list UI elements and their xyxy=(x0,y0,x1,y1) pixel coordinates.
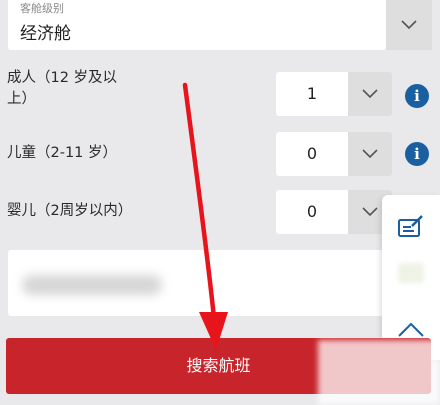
infant-count-select[interactable]: 0 xyxy=(276,190,348,234)
edit-note-button[interactable] xyxy=(382,207,440,247)
blank-icon xyxy=(398,263,424,283)
child-count-select[interactable]: 0 xyxy=(276,132,348,176)
cabin-class-value: 经济舱 xyxy=(20,24,71,44)
chevron-down-icon xyxy=(362,149,378,159)
blank-toolbar-button[interactable] xyxy=(382,253,440,293)
child-info-icon[interactable]: i xyxy=(405,142,429,166)
edit-note-icon xyxy=(398,215,423,237)
chevron-down-icon xyxy=(362,89,378,99)
child-label: 儿童（2-11 岁） xyxy=(7,145,118,161)
chevron-up-icon xyxy=(398,322,424,337)
cabin-class-select[interactable]: 客舱级别 经济舱 xyxy=(8,0,386,50)
adult-label-line2: 上） xyxy=(7,91,36,107)
blurred-field-content xyxy=(22,275,162,295)
watermark-overlay xyxy=(318,340,440,405)
child-count-dropdown-button[interactable] xyxy=(348,132,392,176)
chevron-down-icon xyxy=(401,20,417,30)
cabin-class-dropdown-button[interactable] xyxy=(386,0,432,50)
adult-info-icon[interactable]: i xyxy=(405,84,429,108)
floating-toolbar xyxy=(382,195,440,360)
promo-code-field[interactable] xyxy=(8,250,383,316)
adult-count-dropdown-button[interactable] xyxy=(348,72,392,116)
adult-count-select[interactable]: 1 xyxy=(276,72,348,116)
chevron-down-icon xyxy=(362,207,378,217)
infant-label: 婴儿（2周岁以内） xyxy=(7,203,133,219)
adult-label-line1: 成人（12 岁及以 xyxy=(7,70,118,86)
adult-label: 成人（12 岁及以 上） xyxy=(7,68,117,110)
cabin-class-caption: 客舱级别 xyxy=(20,2,64,15)
